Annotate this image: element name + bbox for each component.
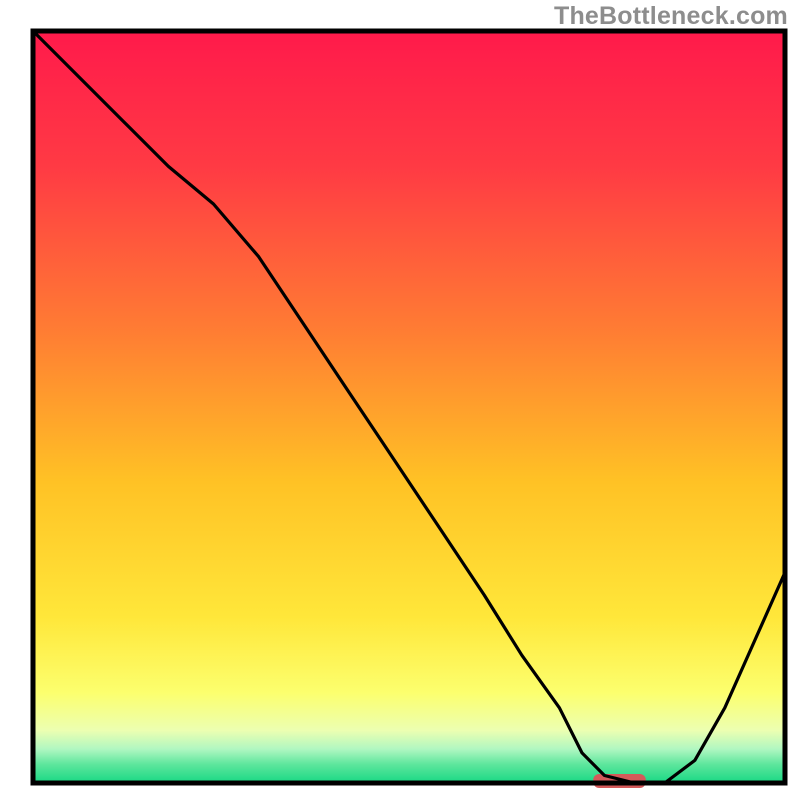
chart-container: TheBottleneck.com	[0, 0, 800, 800]
chart-svg	[0, 0, 800, 800]
watermark-text: TheBottleneck.com	[554, 2, 788, 31]
